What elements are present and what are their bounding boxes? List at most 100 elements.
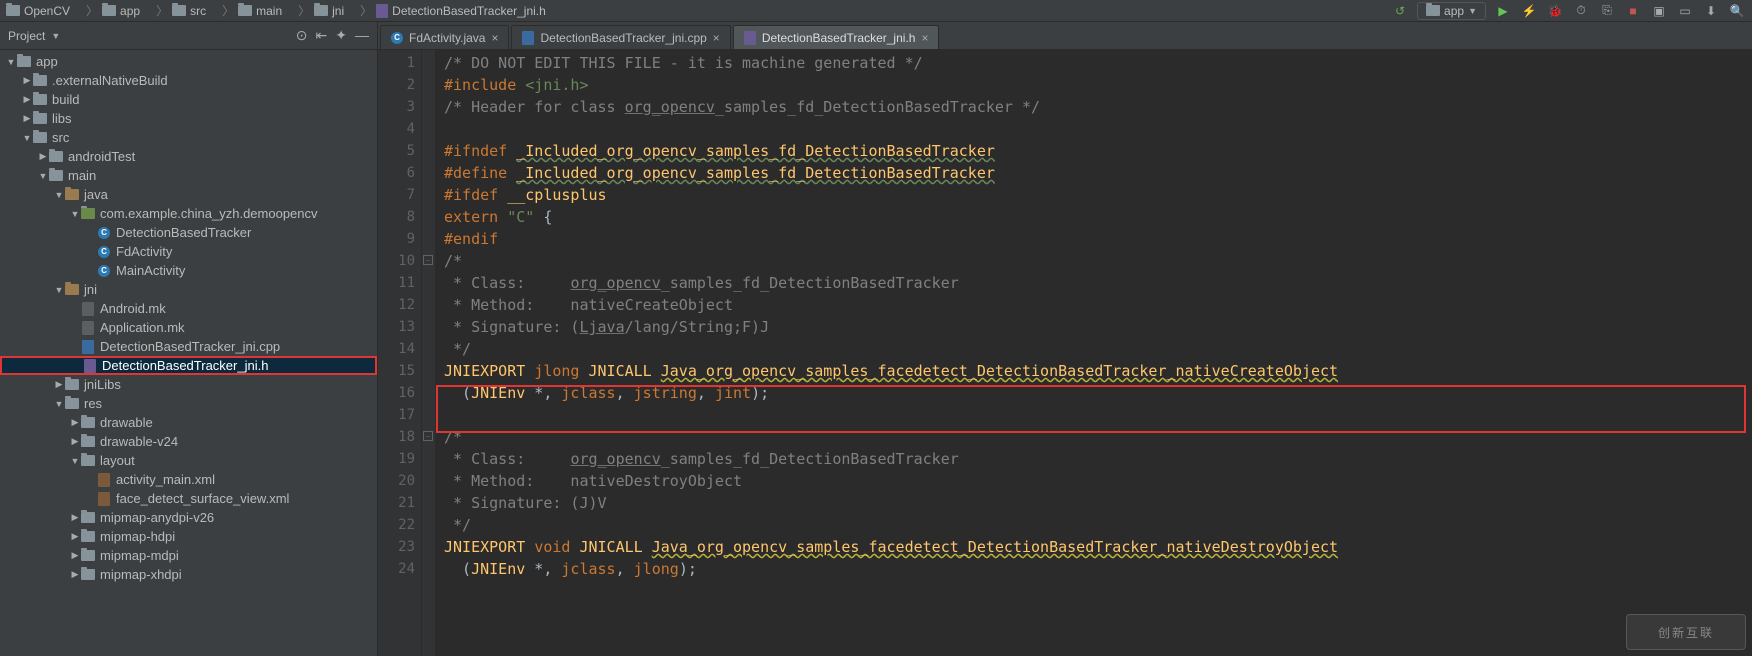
tree-row[interactable]: ▼jni (0, 280, 377, 299)
tree-expand-arrow[interactable]: ▶ (22, 75, 32, 86)
tree-expand-arrow[interactable]: ▶ (22, 94, 32, 105)
tree-row[interactable]: ·Android.mk (0, 299, 377, 318)
tree-expand-arrow[interactable]: ▼ (54, 190, 64, 200)
code-content[interactable]: /* DO NOT EDIT THIS FILE - it is machine… (436, 50, 1752, 656)
tree-row[interactable]: ·Application.mk (0, 318, 377, 337)
code-line[interactable]: */ (444, 514, 1752, 536)
code-line[interactable]: JNIEXPORT jlong JNICALL Java_org_opencv_… (444, 360, 1752, 382)
editor-tab[interactable]: DetectionBasedTracker_jni.cpp× (511, 25, 730, 49)
code-line[interactable]: #define _Included_org_opencv_samples_fd_… (444, 162, 1752, 184)
tree-expand-arrow[interactable]: ▼ (70, 209, 80, 219)
close-icon[interactable]: × (921, 31, 928, 45)
fold-toggle[interactable]: − (423, 255, 433, 265)
tree-row[interactable]: ▶mipmap-mdpi (0, 546, 377, 565)
tree-row[interactable]: ·DetectionBasedTracker_jni.h (0, 356, 377, 375)
sync-icon[interactable]: ↺ (1391, 2, 1409, 20)
tree-expand-arrow[interactable]: ▶ (38, 151, 48, 162)
tree-row[interactable]: ▶mipmap-hdpi (0, 527, 377, 546)
close-icon[interactable]: × (713, 31, 720, 45)
code-line[interactable]: * Method: nativeDestroyObject (444, 470, 1752, 492)
layout-icon[interactable]: ▣ (1650, 2, 1668, 20)
tree-row[interactable]: ·face_detect_surface_view.xml (0, 489, 377, 508)
tree-expand-arrow[interactable]: ▼ (54, 285, 64, 295)
locate-icon[interactable]: ⊙ (296, 27, 308, 44)
tree-row[interactable]: ▼layout (0, 451, 377, 470)
breadcrumb-item[interactable]: OpenCV (6, 4, 70, 18)
tree-expand-arrow[interactable]: ▶ (70, 550, 80, 561)
profile-icon[interactable]: ⏱ (1572, 2, 1590, 20)
tree-row[interactable]: ▶.externalNativeBuild (0, 71, 377, 90)
tree-row[interactable]: ·CMainActivity (0, 261, 377, 280)
tree-expand-arrow[interactable]: ▶ (70, 531, 80, 542)
run-icon[interactable]: ▶ (1494, 2, 1512, 20)
breadcrumb-item[interactable]: main (238, 4, 282, 18)
tree-row[interactable]: ·CDetectionBasedTracker (0, 223, 377, 242)
project-tree[interactable]: ▼app▶.externalNativeBuild▶build▶libs▼src… (0, 50, 377, 656)
chevron-down-icon[interactable]: ▼ (51, 31, 60, 41)
code-line[interactable]: /* Header for class org_opencv_samples_f… (444, 96, 1752, 118)
avd-icon[interactable]: ▭ (1676, 2, 1694, 20)
code-line[interactable]: /* DO NOT EDIT THIS FILE - it is machine… (444, 52, 1752, 74)
code-line[interactable]: (JNIEnv *, jclass, jlong); (444, 558, 1752, 580)
settings-icon[interactable]: ✦ (335, 27, 347, 44)
code-line[interactable]: * Signature: (J)V (444, 492, 1752, 514)
code-line[interactable]: #include <jni.h> (444, 74, 1752, 96)
tree-row[interactable]: ▶jniLibs (0, 375, 377, 394)
code-line[interactable]: * Signature: (Ljava/lang/String;F)J (444, 316, 1752, 338)
code-line[interactable]: extern "C" { (444, 206, 1752, 228)
editor-tab[interactable]: DetectionBasedTracker_jni.h× (733, 25, 940, 49)
tree-expand-arrow[interactable]: ▶ (70, 417, 80, 428)
code-line[interactable] (444, 404, 1752, 426)
hide-icon[interactable]: — (355, 27, 369, 44)
tree-row[interactable]: ▶mipmap-xhdpi (0, 565, 377, 584)
fold-gutter[interactable]: −− (422, 50, 436, 656)
code-line[interactable]: * Class: org_opencv_samples_fd_Detection… (444, 272, 1752, 294)
tree-row[interactable]: ▼app (0, 52, 377, 71)
code-line[interactable]: */ (444, 338, 1752, 360)
code-line[interactable]: JNIEXPORT void JNICALL Java_org_opencv_s… (444, 536, 1752, 558)
sdk-icon[interactable]: ⬇ (1702, 2, 1720, 20)
breadcrumb-item[interactable]: jni (314, 4, 344, 18)
tree-row[interactable]: ▼main (0, 166, 377, 185)
search-icon[interactable]: 🔍 (1728, 2, 1746, 20)
collapse-icon[interactable]: ⇤ (316, 27, 328, 44)
breadcrumb-item[interactable]: app (102, 4, 140, 18)
tree-row[interactable]: ▶androidTest (0, 147, 377, 166)
code-line[interactable]: #ifndef _Included_org_opencv_samples_fd_… (444, 140, 1752, 162)
tree-expand-arrow[interactable]: ▼ (22, 133, 32, 143)
tree-expand-arrow[interactable]: ▶ (22, 113, 32, 124)
tree-expand-arrow[interactable]: ▶ (54, 379, 64, 390)
code-line[interactable]: * Method: nativeCreateObject (444, 294, 1752, 316)
tree-row[interactable]: ▼java (0, 185, 377, 204)
tree-row[interactable]: ·CFdActivity (0, 242, 377, 261)
code-line[interactable]: /* (444, 426, 1752, 448)
tree-row[interactable]: ▼res (0, 394, 377, 413)
run-config-selector[interactable]: app ▼ (1417, 2, 1486, 20)
fold-toggle[interactable]: − (423, 431, 433, 441)
debug-icon[interactable]: 🐞 (1546, 2, 1564, 20)
code-line[interactable]: /* (444, 250, 1752, 272)
tree-expand-arrow[interactable]: ▶ (70, 512, 80, 523)
code-line[interactable] (444, 118, 1752, 140)
tree-row[interactable]: ▶drawable-v24 (0, 432, 377, 451)
tree-row[interactable]: ▶drawable (0, 413, 377, 432)
breadcrumb-item[interactable]: src (172, 4, 206, 18)
tree-expand-arrow[interactable]: ▼ (54, 399, 64, 409)
tree-expand-arrow[interactable]: ▼ (70, 456, 80, 466)
tree-row[interactable]: ▶libs (0, 109, 377, 128)
tree-row[interactable]: ▶build (0, 90, 377, 109)
tree-row[interactable]: ·DetectionBasedTracker_jni.cpp (0, 337, 377, 356)
tree-expand-arrow[interactable]: ▼ (6, 57, 16, 67)
attach-icon[interactable]: ⎘ (1598, 2, 1616, 20)
code-line[interactable]: #endif (444, 228, 1752, 250)
tree-expand-arrow[interactable]: ▶ (70, 569, 80, 580)
tree-row[interactable]: ·activity_main.xml (0, 470, 377, 489)
editor-tab[interactable]: CFdActivity.java× (380, 25, 509, 49)
tree-row[interactable]: ▼src (0, 128, 377, 147)
tree-row[interactable]: ▼com.example.china_yzh.demoopencv (0, 204, 377, 223)
code-line[interactable]: #ifdef __cplusplus (444, 184, 1752, 206)
close-icon[interactable]: × (491, 31, 498, 45)
code-line[interactable]: (JNIEnv *, jclass, jstring, jint); (444, 382, 1752, 404)
breadcrumb-item[interactable]: DetectionBasedTracker_jni.h (376, 4, 546, 18)
code-line[interactable]: * Class: org_opencv_samples_fd_Detection… (444, 448, 1752, 470)
